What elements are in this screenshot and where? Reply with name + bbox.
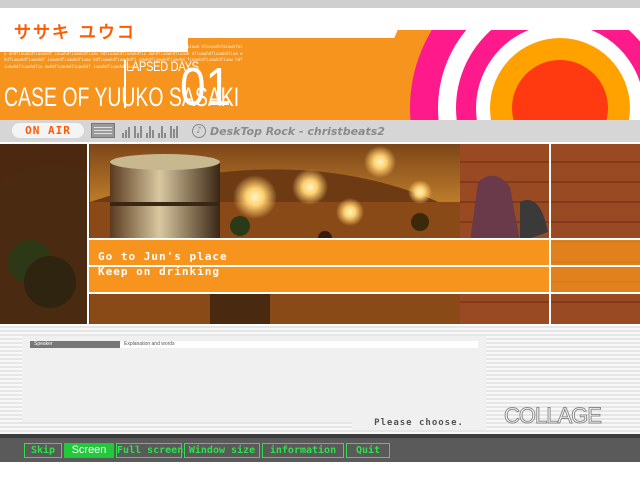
prompt-text: Please choose.	[352, 416, 486, 430]
screen-button[interactable]: Screen	[64, 443, 114, 458]
logo: ササキ ユウコ	[14, 23, 136, 43]
window-size-button[interactable]: Window size	[184, 443, 260, 458]
message-area: Speaker Explanation and words Please cho…	[0, 326, 640, 434]
message-box: Speaker Explanation and words	[22, 336, 486, 422]
choice-panel: Go to Jun's place Keep on drinking	[88, 240, 548, 292]
radio-bar: ON AIR ♪ DeskTop Rock - christbeats2	[0, 120, 640, 142]
message-text	[34, 354, 474, 414]
bottom-margin	[0, 462, 640, 480]
skip-button[interactable]: Skip	[24, 443, 62, 458]
track-title: DeskTop Rock - christbeats2	[210, 125, 385, 138]
full-screen-button[interactable]: Full screen	[116, 443, 183, 458]
equalizer-icon	[122, 126, 178, 138]
choice-go-to-juns-place[interactable]: Go to Jun's place	[88, 249, 548, 264]
radio-icon	[91, 123, 115, 138]
menu-bar-edge	[0, 434, 640, 438]
bar-interior-illustration	[0, 142, 640, 326]
brand-logo: COLLAGE	[504, 403, 603, 428]
top-strip	[0, 0, 640, 8]
information-button[interactable]: information	[262, 443, 344, 458]
quit-button[interactable]: Quit	[346, 443, 390, 458]
chapter-title: CASE OF YUUKO SASAKI	[4, 82, 240, 112]
menu-bar: Skip Screen Full screen Window size info…	[0, 434, 640, 480]
on-air-badge: ON AIR	[12, 123, 84, 138]
scene-image: Go to Jun's place Keep on drinking	[0, 142, 640, 326]
music-note-icon: ♪	[192, 124, 206, 138]
header: ササキ ユウコ dasdahsdahsdfhjvasdfh aiwudfh ai…	[0, 8, 640, 120]
choice-keep-on-drinking[interactable]: Keep on drinking	[88, 264, 548, 279]
speaker-label: Speaker	[30, 341, 120, 348]
ring-graphic	[380, 8, 640, 120]
explanation-label: Explanation and words	[120, 341, 478, 348]
